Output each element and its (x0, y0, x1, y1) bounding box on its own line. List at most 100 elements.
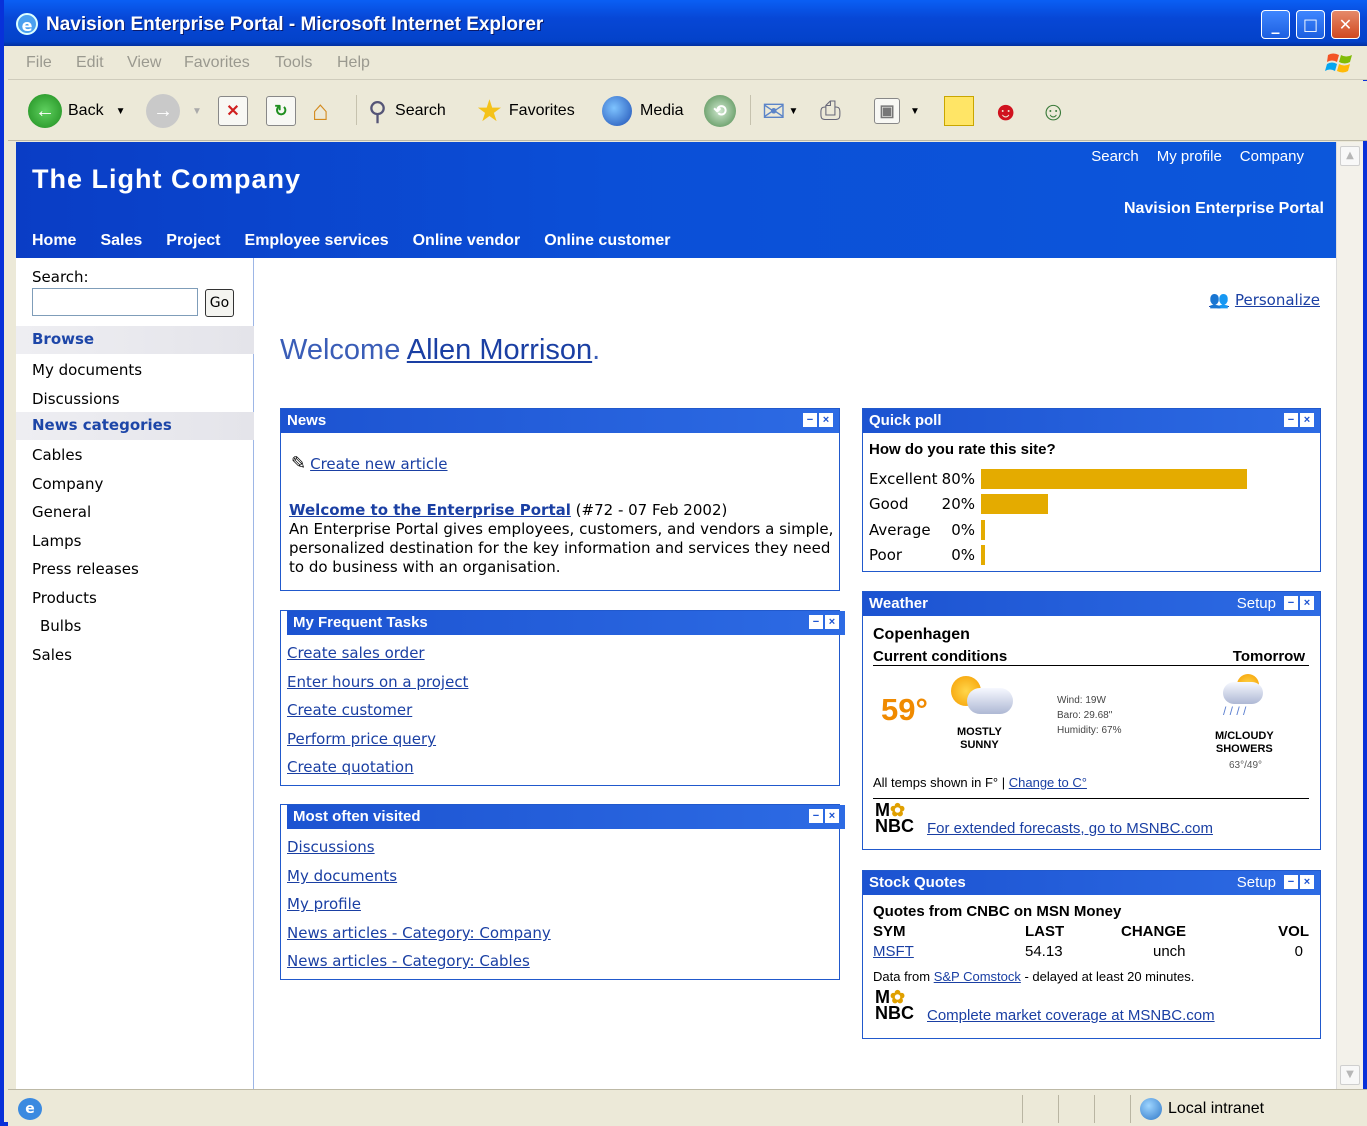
media-button[interactable]: Media (602, 92, 684, 130)
close-panel-icon[interactable]: × (1300, 596, 1314, 610)
home-button[interactable]: ⌂ (312, 92, 329, 130)
minimize-panel-icon[interactable]: − (809, 615, 823, 629)
nav-employee-services[interactable]: Employee services (245, 232, 389, 250)
main-content: 👥 Personalize Welcome Allen Morrison. Ne… (255, 258, 1336, 1089)
category-sales[interactable]: Sales (32, 646, 72, 664)
history-button[interactable]: ⟲ (704, 92, 736, 130)
close-panel-icon[interactable]: × (819, 413, 833, 427)
category-general[interactable]: General (32, 503, 91, 521)
task-link[interactable]: Create quotation (287, 758, 414, 776)
minimize-panel-icon[interactable]: − (1284, 875, 1298, 889)
search-input[interactable] (32, 288, 198, 316)
minimize-panel-icon[interactable]: − (1284, 413, 1298, 427)
category-press-releases[interactable]: Press releases (32, 560, 139, 578)
sidebar-item-my-documents[interactable]: My documents (32, 361, 142, 379)
menu-favorites[interactable]: Favorites (184, 54, 250, 72)
task-link[interactable]: Enter hours on a project (287, 673, 468, 691)
edit-button[interactable]: ▣ ▼ (874, 92, 920, 130)
create-article-link[interactable]: ✎ Create new article (291, 453, 448, 474)
minimize-panel-icon[interactable]: − (803, 413, 817, 427)
category-lamps[interactable]: Lamps (32, 532, 82, 550)
menu-view[interactable]: View (127, 54, 161, 72)
weather-panel: Weather Setup − × Copenhagen Current cond… (862, 591, 1321, 850)
scroll-down-icon[interactable]: ▼ (1340, 1065, 1360, 1085)
article-headline-link[interactable]: Welcome to the Enterprise Portal (289, 501, 571, 519)
print-button[interactable]: ⎙ (820, 92, 841, 130)
top-link-company[interactable]: Company (1240, 148, 1304, 165)
mail-button[interactable]: ✉ ▼ (762, 92, 798, 130)
menu-help[interactable]: Help (337, 54, 370, 72)
vertical-scrollbar[interactable]: ▲ ▼ (1336, 142, 1363, 1089)
visited-link[interactable]: My profile (287, 895, 361, 913)
task-link[interactable]: Perform price query (287, 730, 436, 748)
nav-home[interactable]: Home (32, 232, 76, 250)
article-meta: (#72 - 07 Feb 2002) (575, 501, 728, 519)
close-panel-icon[interactable]: × (1300, 413, 1314, 427)
category-bulbs[interactable]: Bulbs (40, 617, 81, 635)
nav-sales[interactable]: Sales (100, 232, 142, 250)
go-button[interactable]: Go (205, 289, 234, 317)
toolbar: ← Back ▼ → ▼ ✕ ↻ ⌂ ⚲ Search ★ Favorites … (8, 81, 1367, 141)
poll-question: How do you rate this site? (869, 441, 1056, 458)
visited-link[interactable]: My documents (287, 867, 397, 885)
nav-online-vendor[interactable]: Online vendor (413, 232, 521, 250)
comstock-link[interactable]: S&P Comstock (934, 969, 1021, 984)
top-link-my-profile[interactable]: My profile (1157, 148, 1222, 165)
note-icon (944, 96, 974, 126)
minimize-panel-icon[interactable]: − (1284, 596, 1298, 610)
minimize-button[interactable]: _ (1261, 10, 1290, 39)
menu-file[interactable]: File (26, 54, 52, 72)
back-button[interactable]: ← Back ▼ (28, 92, 125, 130)
portal-name: Navision Enterprise Portal (1123, 200, 1324, 217)
users-icon: 👥 (1209, 290, 1229, 309)
favorites-star-icon: ★ (476, 94, 503, 128)
close-panel-icon[interactable]: × (825, 809, 839, 823)
category-cables[interactable]: Cables (32, 446, 82, 464)
task-link[interactable]: Create customer (287, 701, 412, 719)
stocks-setup-link[interactable]: Setup (1237, 874, 1276, 891)
category-products[interactable]: Products (32, 589, 97, 607)
page-status-icon: e (18, 1098, 42, 1120)
notes-button[interactable] (944, 92, 974, 130)
tomorrow-condition: M/CLOUDY SHOWERS (1215, 730, 1274, 755)
news-categories-heading: News categories (16, 412, 254, 440)
messenger-button[interactable]: ☻ (992, 92, 1019, 130)
stop-button[interactable]: ✕ (218, 92, 248, 130)
user-name-link[interactable]: Allen Morrison (407, 334, 592, 366)
search-button[interactable]: ⚲ Search (368, 92, 446, 130)
back-dropdown-icon[interactable]: ▼ (116, 106, 126, 117)
tomorrow-temps: 63°/49° (1229, 760, 1263, 771)
msnbc-forecast-link[interactable]: For extended forecasts, go to MSNBC.com (927, 820, 1213, 837)
top-link-search[interactable]: Search (1091, 148, 1139, 165)
poll-option: Average 0% (869, 520, 985, 540)
contacts-button[interactable]: ☺ (1040, 92, 1067, 130)
nav-project[interactable]: Project (166, 232, 220, 250)
menu-edit[interactable]: Edit (76, 54, 104, 72)
stock-symbol-link[interactable]: MSFT (873, 943, 914, 960)
refresh-button[interactable]: ↻ (266, 92, 296, 130)
maximize-button[interactable]: □ (1296, 10, 1325, 39)
weather-setup-link[interactable]: Setup (1237, 595, 1276, 612)
task-link[interactable]: Create sales order (287, 644, 425, 662)
minimize-panel-icon[interactable]: − (809, 809, 823, 823)
visited-link[interactable]: Discussions (287, 838, 375, 856)
current-temp: 59° (881, 692, 928, 727)
msnbc-market-link[interactable]: Complete market coverage at MSNBC.com (927, 1007, 1215, 1024)
windows-logo-icon (1325, 53, 1352, 73)
scroll-up-icon[interactable]: ▲ (1340, 146, 1360, 166)
favorites-button[interactable]: ★ Favorites (476, 92, 575, 130)
change-units-link[interactable]: Change to C° (1009, 775, 1087, 790)
close-panel-icon[interactable]: × (825, 615, 839, 629)
menu-tools[interactable]: Tools (275, 54, 312, 72)
visited-link[interactable]: News articles - Category: Company (287, 924, 551, 942)
sidebar-item-discussions[interactable]: Discussions (32, 390, 120, 408)
close-button[interactable]: ✕ (1331, 10, 1360, 39)
news-panel: News − × ✎ Create new article Welcome to … (280, 408, 840, 591)
close-panel-icon[interactable]: × (1300, 875, 1314, 889)
stop-icon: ✕ (218, 96, 248, 126)
nav-online-customer[interactable]: Online customer (544, 232, 670, 250)
forward-button[interactable]: → ▼ (146, 92, 202, 130)
visited-link[interactable]: News articles - Category: Cables (287, 952, 530, 970)
personalize-link[interactable]: 👥 Personalize (1209, 290, 1320, 309)
category-company[interactable]: Company (32, 475, 103, 493)
